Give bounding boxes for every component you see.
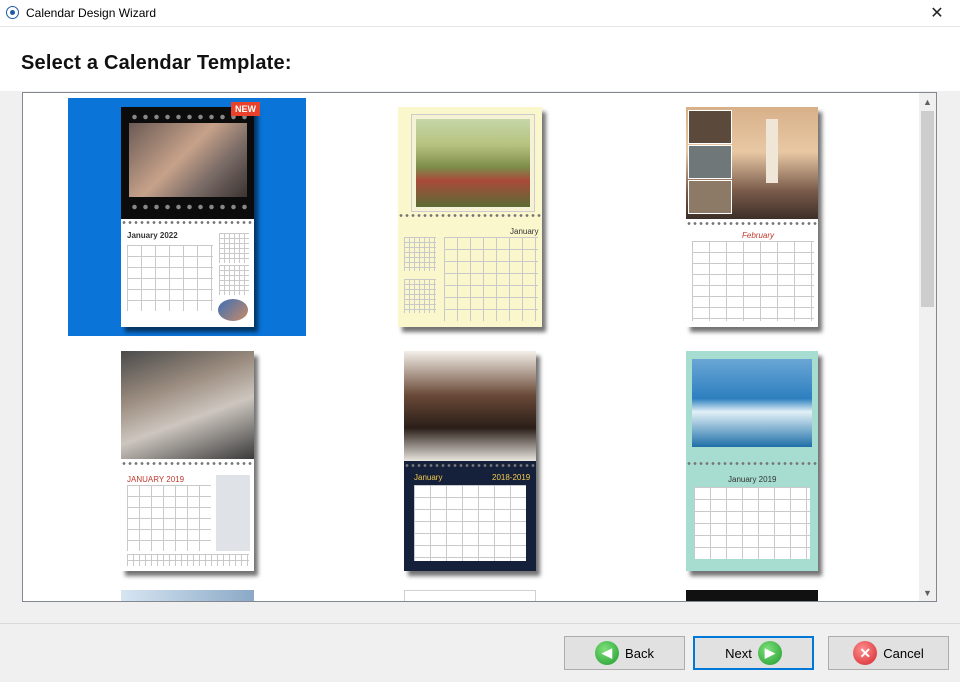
template-tile-3[interactable]: February [632,98,870,336]
photo [692,359,812,447]
back-button-label: Back [625,645,654,661]
film-strip-photo [121,107,254,219]
cancel-button-label: Cancel [883,645,924,661]
wizard-header: Select a Calendar Template: [0,27,960,91]
template-tile-8[interactable] [350,588,588,601]
calendar-thumbnail: February [686,107,818,327]
scroll-up-arrow-icon[interactable]: ▲ [919,93,936,110]
template-tile-4[interactable]: JANUARY 2019 [68,343,306,581]
app-icon [6,6,19,19]
calendar-thumbnail: January 2018-2019 [404,351,536,571]
month-label: January [510,227,539,236]
photo-collage [686,107,818,219]
template-tile-1[interactable]: January 2022 NEW [68,98,306,336]
cancel-x-icon: ✕ [853,641,878,665]
year-label: 2018-2019 [492,473,531,482]
cancel-button[interactable]: ✕ Cancel [828,636,949,670]
calendar-thumbnail: January 2022 [121,107,254,327]
back-button[interactable]: ◀ Back [564,636,685,670]
photo [404,351,536,461]
window-title: Calendar Design Wizard [26,6,157,20]
template-gallery[interactable]: January 2022 NEW January February JANUAR… [22,92,937,602]
calendar-thumbnail: January [398,107,542,327]
next-arrow-icon: ▶ [757,641,782,665]
template-tile-7[interactable] [68,588,306,601]
template-tile-2[interactable]: January [350,98,588,336]
footer-divider [0,623,960,624]
photo [411,114,535,212]
scroll-thumb[interactable] [921,111,934,307]
template-tile-9[interactable] [632,588,870,601]
next-button-label: Next [725,645,752,661]
calendar-thumbnail: January 2019 [686,351,818,571]
back-arrow-icon: ◀ [595,641,620,665]
month-label: January 2022 [127,231,178,240]
month-label: January 2019 [728,475,777,484]
month-label: February [742,231,775,240]
title-bar: Calendar Design Wizard ✕ [0,0,960,27]
month-label: January [414,473,443,482]
template-tile-5[interactable]: January 2018-2019 [350,343,588,581]
template-tile-6[interactable]: January 2019 [632,343,870,581]
close-button[interactable]: ✕ [914,0,960,26]
month-label: JANUARY 2019 [127,475,185,484]
vertical-scrollbar[interactable]: ▲ ▼ [919,93,936,601]
calendar-thumbnail: JANUARY 2019 [121,351,254,571]
page-title: Select a Calendar Template: [21,52,292,74]
photo [121,351,254,459]
scroll-down-arrow-icon[interactable]: ▼ [919,584,936,601]
new-badge: NEW [231,102,260,116]
next-button[interactable]: Next ▶ [693,636,814,670]
